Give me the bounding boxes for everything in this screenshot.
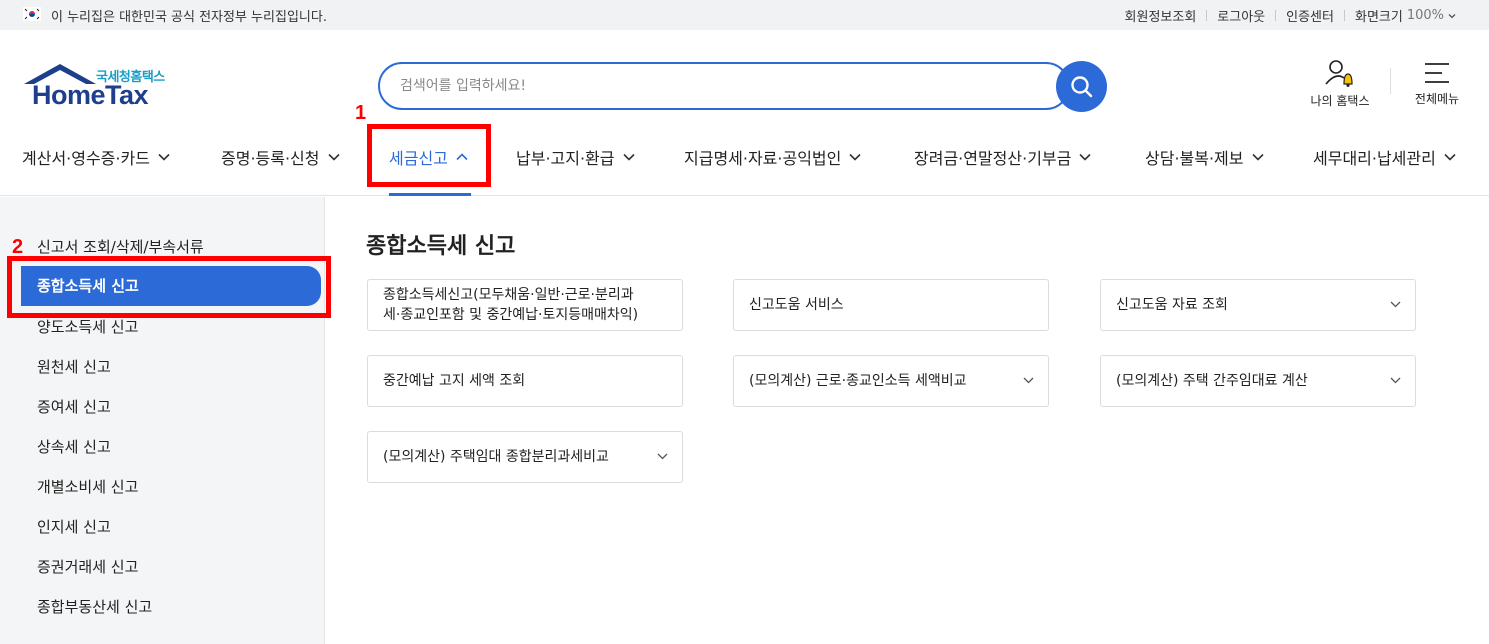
gnb-item-consult-appeal[interactable]: 상담·불복·제보 <box>1145 145 1264 169</box>
my-hometax-label: 나의 홈택스 <box>1310 94 1370 108</box>
utility-links: 회원정보조회 로그아웃 인증센터 화면크기 100% <box>1115 6 1457 25</box>
hamburger-menu-icon <box>1425 63 1449 83</box>
card-filing-help-service[interactable]: 신고도움 서비스 <box>733 279 1049 331</box>
user-bell-icon <box>1325 60 1353 87</box>
card-filing-help-data-lookup[interactable]: 신고도움 자료 조회 <box>1100 279 1416 331</box>
card-global-income-tax-filing[interactable]: 종합소득세신고(모두채움·일반·근로·분리과 세·종교인포함 및 중간예납·토지… <box>367 279 683 331</box>
gnb-item-label: 증명·등록·신청 <box>221 149 320 168</box>
card-label: (모의계산) 주택 간주임대료 계산 <box>1116 373 1308 389</box>
zoom-control[interactable]: 화면크기 100% <box>1345 6 1457 25</box>
cert-center-link[interactable]: 인증센터 <box>1276 6 1344 25</box>
page-title: 종합소득세 신고 <box>366 234 516 259</box>
search-input[interactable] <box>400 75 1000 97</box>
chevron-down-icon <box>1444 153 1456 161</box>
card-label: (모의계산) 주택임대 종합분리과세비교 <box>383 449 609 465</box>
card-interim-tax-lookup[interactable]: 중간예납 고지 세액 조회 <box>367 355 683 407</box>
chevron-down-icon <box>1251 153 1264 161</box>
gnb-item-incentive-yearend[interactable]: 장려금·연말정산·기부금 <box>914 145 1091 169</box>
card-sim-rental-separate-tax[interactable]: (모의계산) 주택임대 종합분리과세비교 <box>367 431 683 483</box>
my-hometax-button[interactable]: 나의 홈택스 <box>1302 58 1378 109</box>
chevron-down-icon <box>327 153 340 161</box>
chevron-down-icon <box>1023 377 1034 384</box>
all-menu-label: 전체메뉴 <box>1414 92 1460 106</box>
card-label-line1: 종합소득세신고(모두채움·일반·근로·분리과 <box>383 287 634 303</box>
sidebar-item-property-tax[interactable]: 종합부동산세 신고 <box>37 596 152 617</box>
chevron-down-icon <box>158 153 170 161</box>
chevron-down-icon <box>657 453 668 460</box>
gnb-item-label: 납부·고지·환급 <box>516 149 615 168</box>
chevron-down-icon <box>1390 301 1401 308</box>
gnb-item-tax-agent[interactable]: 세무대리·납세관리 <box>1313 145 1456 169</box>
card-label: 신고도움 서비스 <box>749 297 844 313</box>
sidebar-item-excise-tax[interactable]: 개별소비세 신고 <box>37 476 138 497</box>
hometax-logo[interactable]: 국세청홈택스 HomeTax <box>22 62 174 112</box>
sidebar-item-return-lookup[interactable]: 신고서 조회/삭제/부속서류 <box>37 236 204 257</box>
gnb-item-label: 상담·불복·제보 <box>1145 149 1244 168</box>
all-menu-button[interactable]: 전체메뉴 <box>1408 58 1466 107</box>
logo-english-text: HomeTax <box>32 80 149 110</box>
card-label-line2: 세·종교인포함 및 중간예납·토지등매매차익) <box>383 307 639 323</box>
card-sim-deemed-rent[interactable]: (모의계산) 주택 간주임대료 계산 <box>1100 355 1416 407</box>
gnb-item-payment-refund[interactable]: 납부·고지·환급 <box>516 145 635 169</box>
card-label: 신고도움 자료 조회 <box>1116 297 1228 313</box>
chevron-down-icon <box>622 153 635 161</box>
main-navigation: 계산서·영수증·카드 증명·등록·신청 세금신고 납부·고지·환급 지급명세·자… <box>0 128 1489 196</box>
chevron-down-icon <box>1390 377 1401 384</box>
card-label: 중간예납 고지 세액 조회 <box>383 373 526 389</box>
gnb-item-payment-statement[interactable]: 지급명세·자료·공익법인 <box>684 145 861 169</box>
chevron-down-icon <box>849 153 861 161</box>
card-label: (모의계산) 근로·종교인소득 세액비교 <box>749 373 967 389</box>
sidebar-item-stamp-tax[interactable]: 인지세 신고 <box>37 516 111 537</box>
korea-flag-icon <box>23 7 41 21</box>
chevron-down-icon <box>1079 153 1091 161</box>
zoom-label: 화면크기 <box>1354 10 1403 25</box>
card-sim-labor-religious-compare[interactable]: (모의계산) 근로·종교인소득 세액비교 <box>733 355 1049 407</box>
annotation-number-1: 1 <box>355 102 367 124</box>
search-icon <box>1071 76 1093 98</box>
sidebar-item-inheritance-tax[interactable]: 상속세 신고 <box>37 436 111 457</box>
gnb-item-label: 계산서·영수증·카드 <box>22 149 150 168</box>
gnb-item-invoice-receipt-card[interactable]: 계산서·영수증·카드 <box>22 145 170 169</box>
annotation-box-2 <box>7 256 331 318</box>
chevron-down-icon <box>1448 13 1456 18</box>
gov-notice-bar: 이 누리집은 대한민국 공식 전자정부 누리집입니다. 회원정보조회 로그아웃 … <box>0 0 1489 30</box>
sidebar-item-securities-tax[interactable]: 증권거래세 신고 <box>37 556 138 577</box>
annotation-box-1 <box>367 124 491 187</box>
sidebar-item-gift-tax[interactable]: 증여세 신고 <box>37 396 111 417</box>
logout-link[interactable]: 로그아웃 <box>1207 6 1275 25</box>
gnb-item-label: 지급명세·자료·공익법인 <box>684 149 842 168</box>
sidebar-item-capital-gains-tax[interactable]: 양도소득세 신고 <box>37 316 138 337</box>
header-divider <box>1390 68 1391 94</box>
search-box <box>378 62 1070 110</box>
gov-notice-text: 이 누리집은 대한민국 공식 전자정부 누리집입니다. <box>51 10 327 25</box>
gnb-item-label: 장려금·연말정산·기부금 <box>914 149 1072 168</box>
search-button[interactable] <box>1056 61 1107 112</box>
active-tab-underline <box>389 193 471 196</box>
sidebar-item-withholding-tax[interactable]: 원천세 신고 <box>37 356 111 377</box>
member-info-link[interactable]: 회원정보조회 <box>1115 6 1207 25</box>
gnb-item-label: 세무대리·납세관리 <box>1313 149 1436 168</box>
gnb-item-certificate-registration[interactable]: 증명·등록·신청 <box>221 145 340 169</box>
zoom-value: 100% <box>1406 8 1444 23</box>
